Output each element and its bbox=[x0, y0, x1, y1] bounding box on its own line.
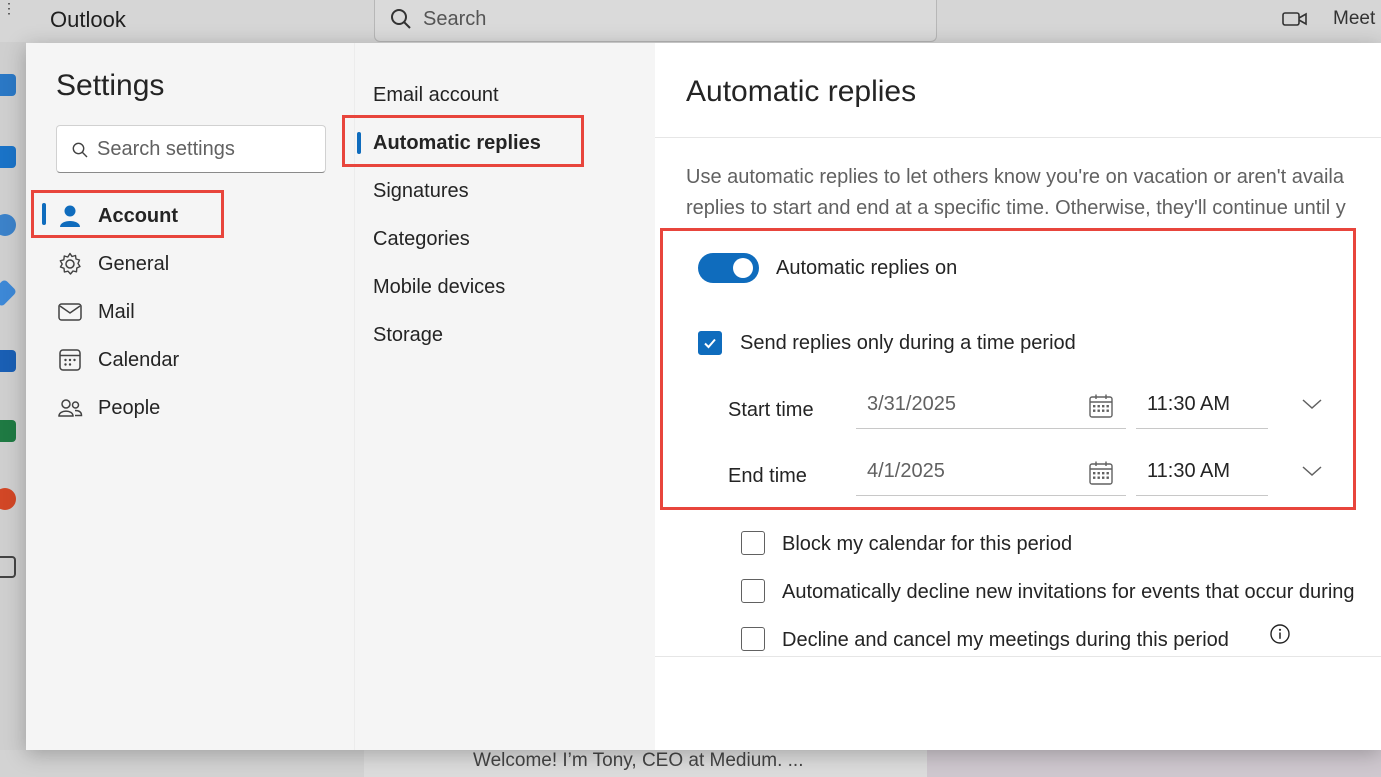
start-time-value: 11:30 AM bbox=[1147, 393, 1231, 415]
start-date-value: 3/31/2025 bbox=[867, 393, 956, 415]
powerpoint-app-icon[interactable] bbox=[0, 488, 16, 510]
settings-search-box[interactable] bbox=[56, 125, 326, 173]
calendar-app-icon[interactable] bbox=[0, 146, 16, 168]
nav-item-label: General bbox=[98, 252, 170, 275]
nav-item-general[interactable]: General bbox=[44, 242, 334, 286]
cancel-meetings-label: Decline and cancel my meetings during th… bbox=[782, 629, 1229, 651]
time-period-checkbox[interactable] bbox=[698, 331, 722, 355]
chevron-down-icon[interactable] bbox=[1301, 397, 1323, 411]
settings-primary-nav: Settings Account General Mail bbox=[26, 43, 354, 750]
gear-icon bbox=[56, 250, 84, 278]
excel-app-icon[interactable] bbox=[0, 420, 16, 442]
subnav-automatic-replies[interactable]: Automatic replies bbox=[373, 121, 541, 165]
calendar-icon[interactable] bbox=[1088, 393, 1114, 419]
info-icon[interactable] bbox=[1269, 623, 1291, 645]
subnav-storage[interactable]: Storage bbox=[373, 313, 443, 357]
toggle-label: Automatic replies on bbox=[776, 257, 958, 279]
block-calendar-label: Block my calendar for this period bbox=[782, 533, 1073, 555]
start-time-label: Start time bbox=[728, 399, 814, 421]
automatic-replies-toggle[interactable] bbox=[698, 253, 759, 283]
subnav-signatures[interactable]: Signatures bbox=[373, 169, 469, 213]
mail-icon bbox=[56, 298, 84, 326]
settings-title: Settings bbox=[56, 69, 165, 102]
start-date-picker[interactable]: 3/31/2025 bbox=[856, 383, 1126, 429]
nav-item-label: Account bbox=[98, 204, 178, 227]
app-rail bbox=[0, 42, 26, 777]
nav-item-label: Calendar bbox=[98, 348, 180, 371]
subnav-categories[interactable]: Categories bbox=[373, 217, 470, 261]
person-icon bbox=[56, 202, 84, 230]
content-title: Automatic replies bbox=[686, 75, 917, 108]
subnav-email-account[interactable]: Email account bbox=[373, 73, 499, 117]
decline-invitations-label: Automatically decline new invitations fo… bbox=[782, 581, 1355, 603]
search-icon bbox=[72, 142, 88, 158]
nav-item-calendar[interactable]: Calendar bbox=[44, 338, 334, 382]
end-time-label: End time bbox=[728, 465, 807, 487]
start-time-dropdown[interactable]: 11:30 AM bbox=[1136, 383, 1268, 429]
app-launcher-icon[interactable]: ⋮ bbox=[2, 1, 16, 30]
video-camera-icon[interactable] bbox=[1282, 9, 1308, 29]
cancel-meetings-checkbox[interactable] bbox=[741, 627, 765, 651]
nav-item-people[interactable]: People bbox=[44, 386, 334, 430]
message-preview[interactable]: Welcome! I’m Tony, CEO at Medium. ... bbox=[473, 750, 804, 772]
settings-search-input[interactable] bbox=[97, 136, 317, 162]
people-app-icon[interactable] bbox=[0, 214, 16, 236]
nav-item-label: People bbox=[98, 396, 161, 419]
block-calendar-checkbox[interactable] bbox=[741, 531, 765, 555]
content-divider bbox=[655, 656, 1381, 657]
end-time-dropdown[interactable]: 11:30 AM bbox=[1136, 450, 1268, 496]
subnav-mobile-devices[interactable]: Mobile devices bbox=[373, 265, 505, 309]
reading-pane-background bbox=[927, 750, 1381, 777]
header-divider bbox=[655, 137, 1381, 138]
more-apps-icon[interactable] bbox=[0, 556, 16, 578]
meet-now-button[interactable]: Meet bbox=[1333, 8, 1375, 30]
decline-invitations-checkbox[interactable] bbox=[741, 579, 765, 603]
mail-app-icon[interactable] bbox=[0, 74, 16, 96]
end-date-value: 4/1/2025 bbox=[867, 460, 945, 482]
people-icon bbox=[56, 394, 84, 422]
word-app-icon[interactable] bbox=[0, 350, 16, 372]
settings-dialog: Settings Account General Mail bbox=[26, 43, 1381, 750]
mail-search-label: Search bbox=[423, 8, 487, 30]
search-icon bbox=[391, 9, 411, 29]
app-title: Outlook bbox=[50, 7, 126, 32]
calendar-icon bbox=[56, 346, 84, 374]
description: Use automatic replies to let others know… bbox=[686, 162, 1381, 224]
todo-app-icon[interactable] bbox=[0, 278, 18, 308]
nav-item-mail[interactable]: Mail bbox=[44, 290, 334, 334]
checkmark-icon bbox=[704, 338, 716, 349]
calendar-icon[interactable] bbox=[1088, 460, 1114, 486]
chevron-down-icon[interactable] bbox=[1301, 464, 1323, 478]
nav-item-label: Mail bbox=[98, 300, 135, 323]
settings-secondary-nav: Email account Automatic replies Signatur… bbox=[342, 43, 655, 750]
mail-search-box[interactable]: Search bbox=[374, 0, 937, 42]
description-line-1: Use automatic replies to let others know… bbox=[686, 166, 1344, 188]
app-header: ⋮ Outlook Search Meet bbox=[0, 0, 1381, 42]
toggle-knob bbox=[733, 258, 753, 278]
end-time-value: 11:30 AM bbox=[1147, 460, 1231, 482]
selection-indicator bbox=[357, 132, 361, 154]
time-period-label: Send replies only during a time period bbox=[740, 332, 1076, 354]
automatic-replies-pane: Automatic replies Use automatic replies … bbox=[655, 43, 1381, 750]
end-date-picker[interactable]: 4/1/2025 bbox=[856, 450, 1126, 496]
description-line-2: replies to start and end at a specific t… bbox=[686, 197, 1346, 219]
nav-item-account[interactable]: Account bbox=[44, 194, 334, 238]
